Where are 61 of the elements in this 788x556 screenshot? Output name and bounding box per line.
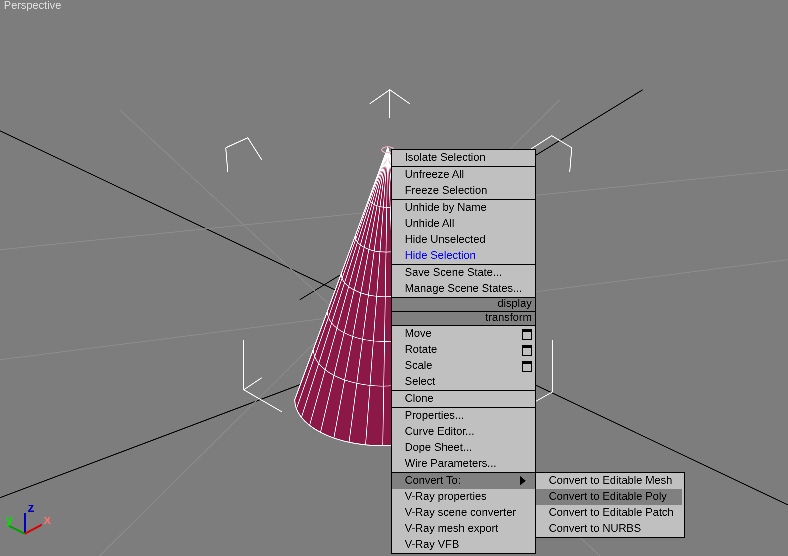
menu-item-label: Hide Selection xyxy=(405,250,477,262)
menu-item[interactable]: V-Ray VFB xyxy=(392,537,535,553)
menu-item-label: Move xyxy=(405,328,433,340)
menu-item-label: V-Ray mesh export xyxy=(405,523,500,535)
bracket-corner xyxy=(370,89,410,118)
options-box-icon[interactable] xyxy=(522,344,532,356)
menu-item[interactable]: Scale xyxy=(392,358,535,374)
menu-item[interactable]: Rotate xyxy=(392,342,535,358)
submenu-arrow-icon xyxy=(520,476,526,486)
menu-item[interactable]: Freeze Selection xyxy=(392,183,535,199)
axis-label: z xyxy=(28,500,34,515)
menu-item[interactable]: Unhide All xyxy=(392,216,535,232)
menu-item-label: Freeze Selection xyxy=(405,185,489,197)
menu-item-label: Scale xyxy=(405,360,434,372)
menu-item-label: Manage Scene States... xyxy=(405,283,524,295)
menu-item-label: Select xyxy=(405,376,437,388)
menu-item[interactable]: Manage Scene States... xyxy=(392,281,535,297)
menu-item-label: Isolate Selection xyxy=(405,152,487,164)
bracket-corner xyxy=(226,137,262,172)
menu-item[interactable]: V-Ray mesh export xyxy=(392,521,535,537)
menu-item[interactable]: V-Ray scene converter xyxy=(392,505,535,521)
submenu-item[interactable]: Convert to NURBS xyxy=(536,521,682,537)
menu-item[interactable]: Unhide by Name xyxy=(392,200,535,216)
menu-item[interactable]: Wire Parameters... xyxy=(392,456,535,472)
menu-item[interactable]: Curve Editor... xyxy=(392,424,535,440)
menu-item-label: Curve Editor... xyxy=(405,426,476,438)
submenu-item[interactable]: Convert to Editable Poly xyxy=(536,489,682,505)
menu-item-label: Unhide by Name xyxy=(405,202,488,214)
menu-item-label: V-Ray VFB xyxy=(405,539,460,551)
menu-item[interactable]: Properties... xyxy=(392,408,535,424)
menu-section-header: transform xyxy=(392,311,535,325)
menu-item[interactable]: Select xyxy=(392,374,535,390)
menu-item-label: Dope Sheet... xyxy=(405,442,474,454)
menu-item[interactable]: Unfreeze All xyxy=(392,167,535,183)
submenu-item[interactable]: Convert to Editable Mesh xyxy=(536,473,682,489)
options-box-icon[interactable] xyxy=(522,328,532,340)
menu-item-label: V-Ray scene converter xyxy=(405,507,518,519)
menu-item-label: Unhide All xyxy=(405,218,456,230)
menu-item[interactable]: Dope Sheet... xyxy=(392,440,535,456)
menu-item-label: Unfreeze All xyxy=(405,169,466,181)
menu-item-label: Convert To: xyxy=(405,475,462,487)
menu-item[interactable]: V-Ray properties xyxy=(392,489,535,505)
submenu-item[interactable]: Convert to Editable Patch xyxy=(536,505,682,521)
axis-label: x xyxy=(44,512,52,527)
menu-item-label: V-Ray properties xyxy=(405,491,488,503)
menu-item-label: Clone xyxy=(405,393,435,405)
menu-item-label: Hide Unselected xyxy=(405,234,487,246)
menu-item[interactable]: Hide Selection xyxy=(392,248,535,264)
options-box-icon[interactable] xyxy=(522,360,532,372)
axis-label: y xyxy=(6,512,14,527)
menu-item-label: Save Scene State... xyxy=(405,267,504,279)
menu-item[interactable]: Save Scene State... xyxy=(392,265,535,281)
menu-item[interactable]: Move xyxy=(392,326,535,342)
menu-item[interactable]: Isolate Selection xyxy=(392,150,535,166)
menu-item[interactable]: Clone xyxy=(392,391,535,407)
menu-section-header: display xyxy=(392,297,535,311)
menu-item-label: Rotate xyxy=(405,344,438,356)
bracket-corner xyxy=(530,135,572,172)
menu-item-label: Properties... xyxy=(405,410,466,422)
menu-item[interactable]: Hide Unselected xyxy=(392,232,535,248)
menu-item-label: Wire Parameters... xyxy=(405,458,498,470)
